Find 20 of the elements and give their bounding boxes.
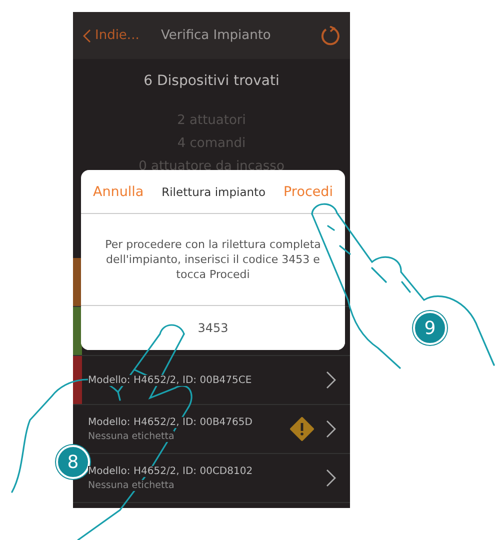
dialog-message: Per procedere con la rilettura completa dell'impianto, inserisci il codice 3453 e tocca Procedi (104, 237, 322, 283)
refresh-icon[interactable] (320, 26, 340, 46)
back-button[interactable]: Indie... (83, 28, 155, 43)
device-model: Modello: H4652/2, ID: 00CD8102 (88, 466, 253, 476)
device-model: Modello: H4652/2, ID: 00B4765D (88, 416, 252, 428)
screen-title: Verifica Impianto (161, 28, 272, 43)
proceed-button[interactable]: Procedi (284, 184, 333, 200)
dialog-title: Rilettura impianto (162, 184, 266, 198)
chevron-icon (326, 371, 336, 389)
device-label: Nessuna etichetta (88, 430, 174, 442)
step-badge: 9 (413, 311, 447, 345)
chevron-icon (326, 420, 336, 438)
code-field[interactable]: 3453 (81, 305, 345, 350)
chevron-icon (326, 469, 336, 487)
chevron-icon (83, 28, 91, 42)
step-badge: 8 (56, 445, 90, 479)
cancel-button[interactable]: Annulla (93, 184, 144, 200)
device-model: Modello: H4652/2, ID: 00B475CE (88, 374, 252, 386)
devices-found-title: 6 Dispositivi trovati (144, 73, 280, 89)
device-label: Nessuna etichetta (88, 480, 174, 490)
